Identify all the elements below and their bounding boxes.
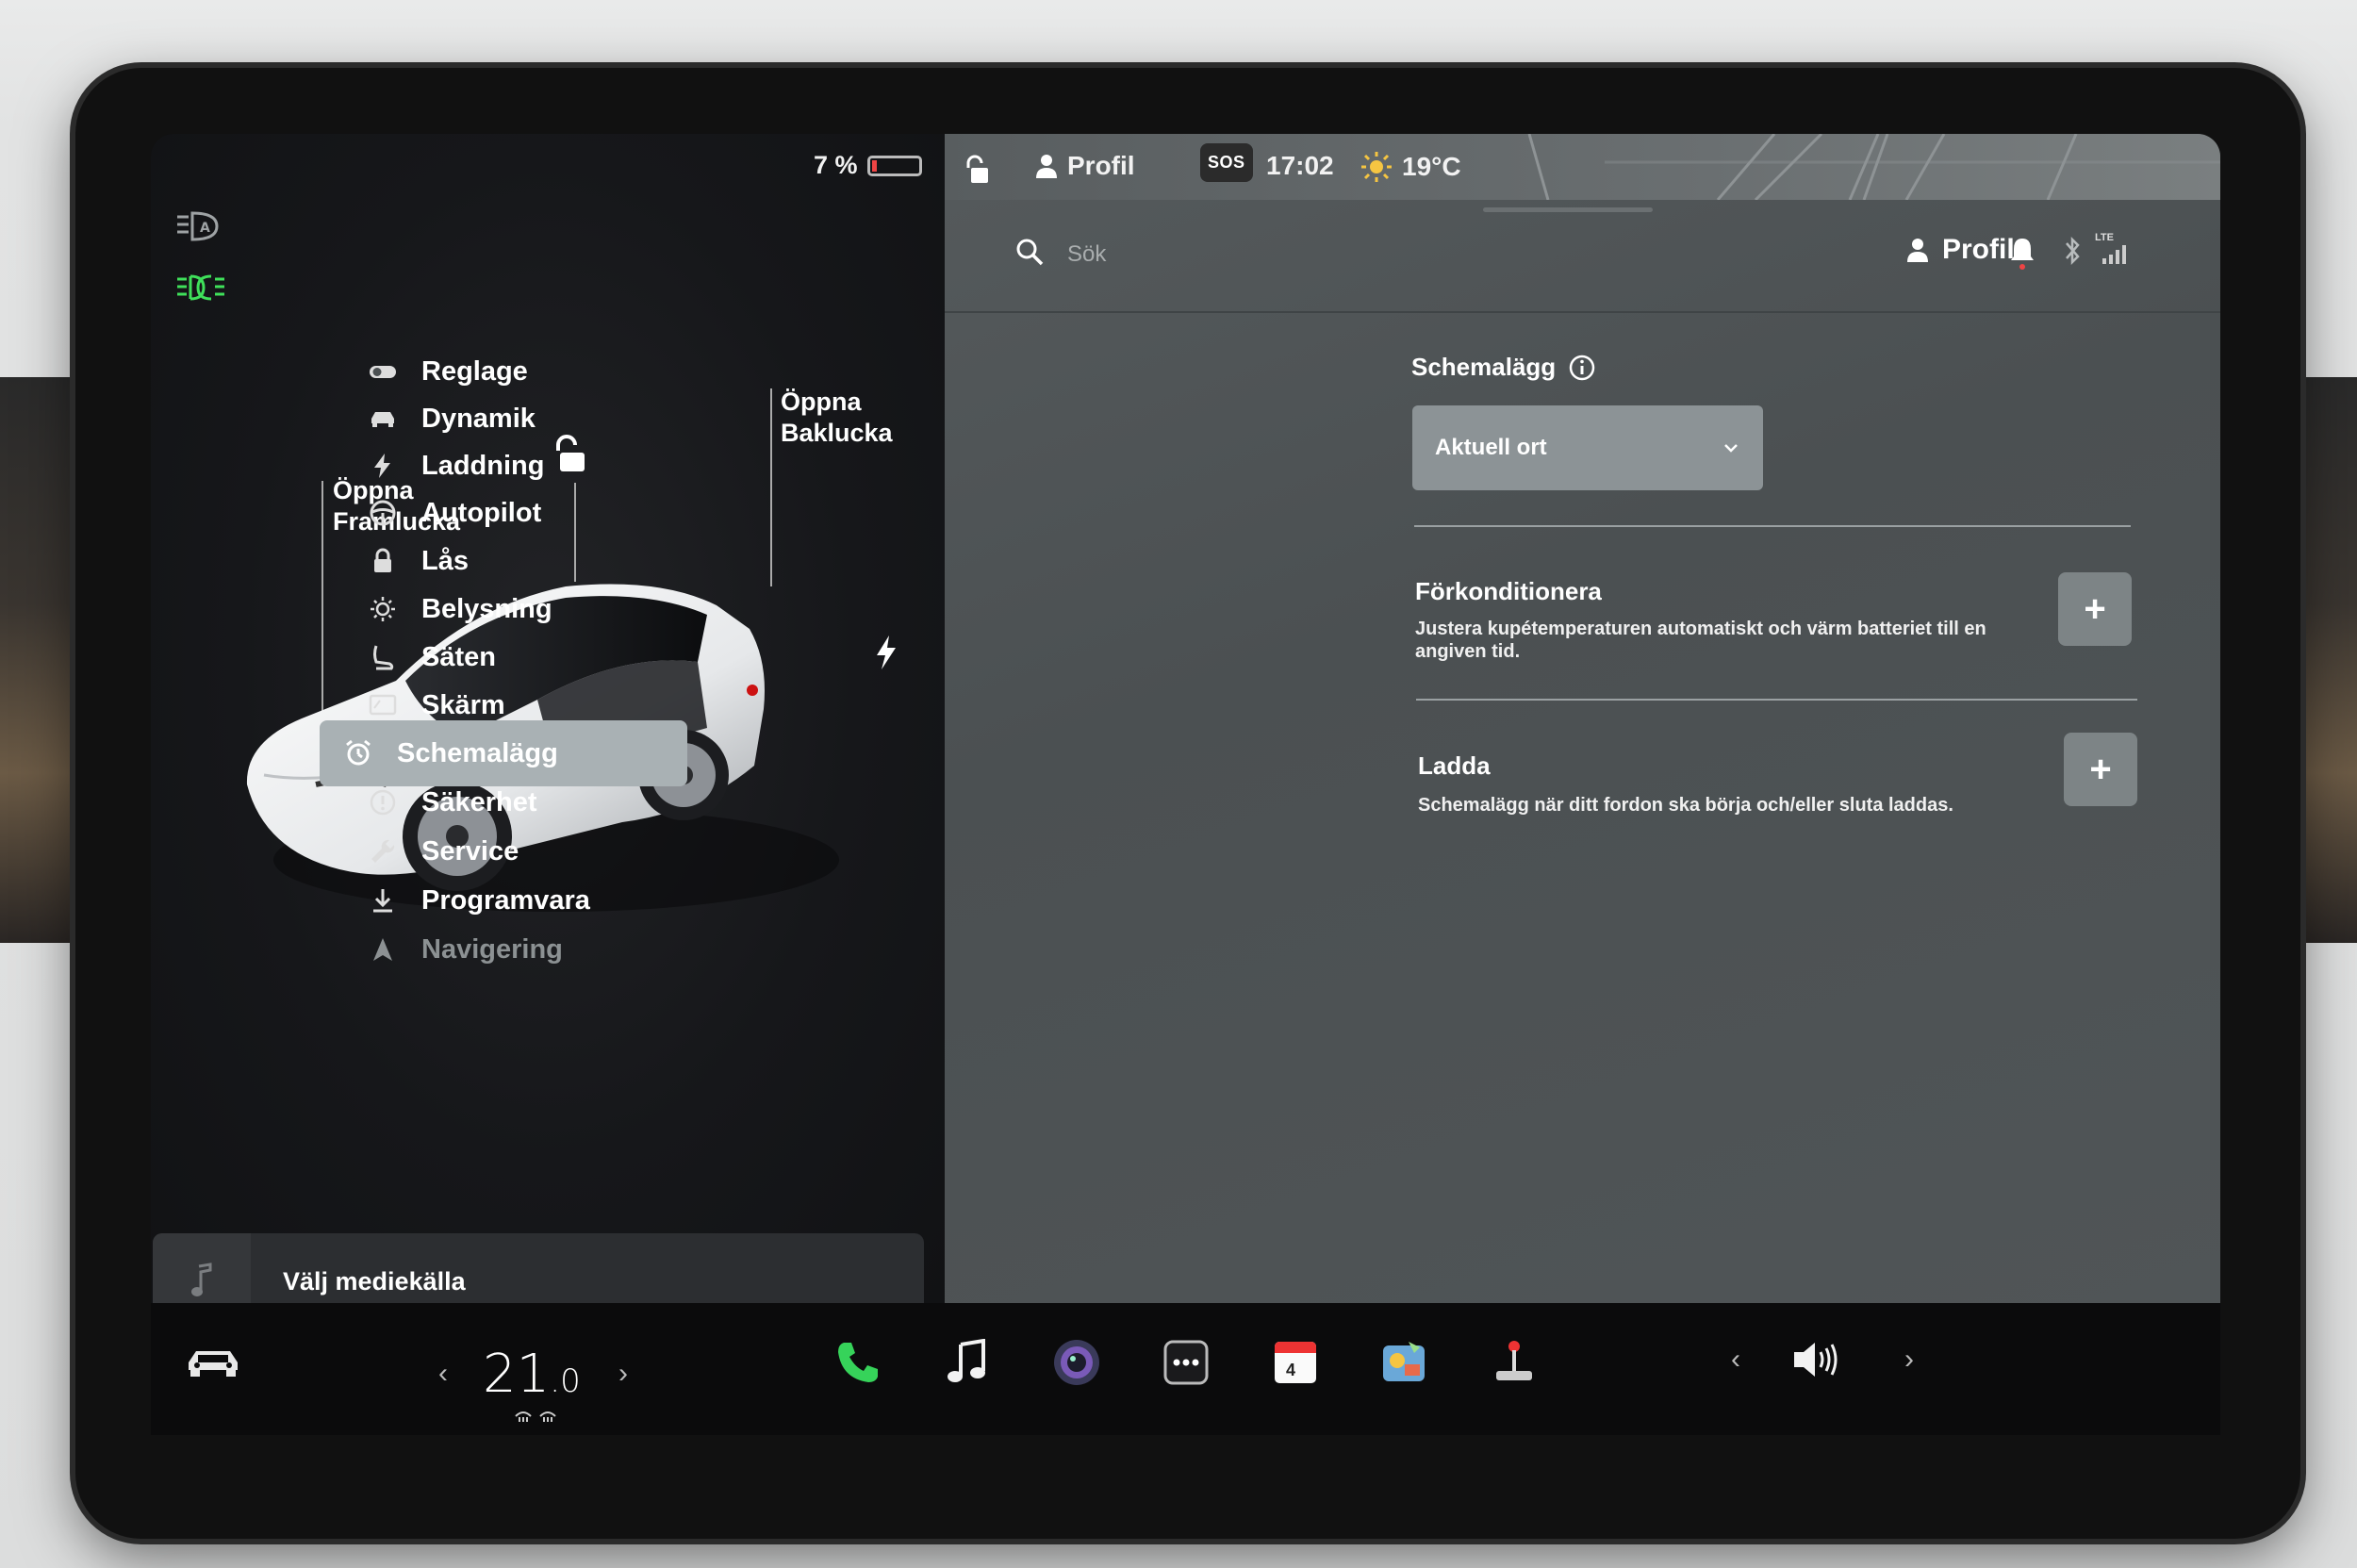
arcade-joystick-icon[interactable] [1486,1334,1542,1391]
menu-item-navigering[interactable]: Navigering [344,916,717,982]
add-precondition-button[interactable]: + [2058,572,2132,646]
battery-icon [866,155,922,176]
media-source-title: Välj mediekälla [283,1266,466,1296]
low-beam-indicator-icon [175,273,226,302]
person-icon [1906,237,1929,263]
precondition-row: Förkonditionera Justera kupétemperaturen… [1415,577,2028,663]
volume-next-button[interactable]: › [1904,1344,1914,1376]
battery-percent: 7 % [814,151,858,179]
charge-row: Ladda Schemalägg när ditt fordon ska bör… [1418,751,2031,817]
unlocked-status-icon [964,155,990,185]
section-divider [1416,699,2137,701]
open-trunk-label[interactable]: Öppna Baklucka [781,387,893,449]
auto-headlights-icon[interactable]: A [175,209,221,243]
seat-heater-icons[interactable] [512,1407,561,1424]
toybox-icon[interactable] [1376,1334,1433,1391]
lte-signal: LTE [2095,232,2131,264]
charge-title: Ladda [1418,751,1491,780]
car-menu-icon[interactable] [185,1334,241,1391]
clock: 17:02 [1266,151,1334,180]
notification-bell-icon[interactable] [2010,236,2035,270]
lock-icon [374,548,391,572]
chevron-down-icon [1723,443,1739,453]
car-icon [371,412,394,427]
wrench-icon [371,839,395,863]
phone-icon[interactable] [830,1334,886,1391]
music-icon[interactable] [939,1334,996,1391]
temp-increase-button[interactable]: › [618,1358,628,1390]
alarm-clock-icon [346,739,371,766]
location-dropdown[interactable]: Aktuell ort [1412,405,1763,490]
settings-search-bar: Sök Profil LTE [945,200,2220,313]
map-background [945,134,2220,200]
section-divider [1414,525,2131,527]
sun-icon [371,597,395,621]
info-icon[interactable] [1569,355,1595,381]
seat-icon [373,645,394,670]
bolt-icon [374,454,390,478]
sos-label: SOS [1200,143,1253,182]
download-icon [373,889,392,913]
navigation-icon [373,938,392,961]
steering-wheel-icon [370,500,396,526]
charge-description: Schemalägg när ditt fordon ska börja och… [1418,795,1953,816]
driver-profile[interactable]: Profil [1035,151,1135,181]
profile-button[interactable]: Profil [1906,234,2015,266]
add-charge-schedule-button[interactable]: + [2064,733,2137,806]
search-input[interactable]: Sök [1067,241,1106,268]
volume-icon[interactable] [1791,1331,1848,1388]
battery-status: 7 % [814,151,922,180]
display-icon [369,694,397,716]
person-icon [1035,153,1058,179]
calendar-day: 4 [1286,1361,1296,1379]
bluetooth-icon[interactable] [2063,236,2082,266]
volume-previous-button[interactable]: ‹ [1731,1344,1740,1376]
outside-temperature: 19°C [1360,151,1461,183]
music-note-icon [188,1263,216,1300]
camera-icon[interactable] [1048,1334,1105,1391]
temp-decrease-button[interactable]: ‹ [438,1358,448,1390]
schedule-section-header: Schemalägg [1411,353,1595,382]
cabin-temperature[interactable]: 21.0 [483,1344,581,1405]
more-apps-icon[interactable] [1158,1334,1214,1391]
sun-weather-icon [1360,151,1393,183]
svg-text:A: A [200,221,210,236]
toggle-icon [370,366,396,378]
precondition-title: Förkonditionera [1415,577,1602,605]
schedule-title: Schemalägg [1411,353,1557,381]
sos-button[interactable]: SOS [1200,143,1253,182]
alert-circle-icon [370,789,396,816]
search-icon[interactable] [1015,238,1044,266]
signal-bars-icon [2102,245,2126,264]
precondition-description: Justera kupétemperaturen automatiskt och… [1415,619,1986,662]
touchscreen: A 7 % Öppna Framlucka Öppna Baklucka Väl… [151,134,2220,1435]
